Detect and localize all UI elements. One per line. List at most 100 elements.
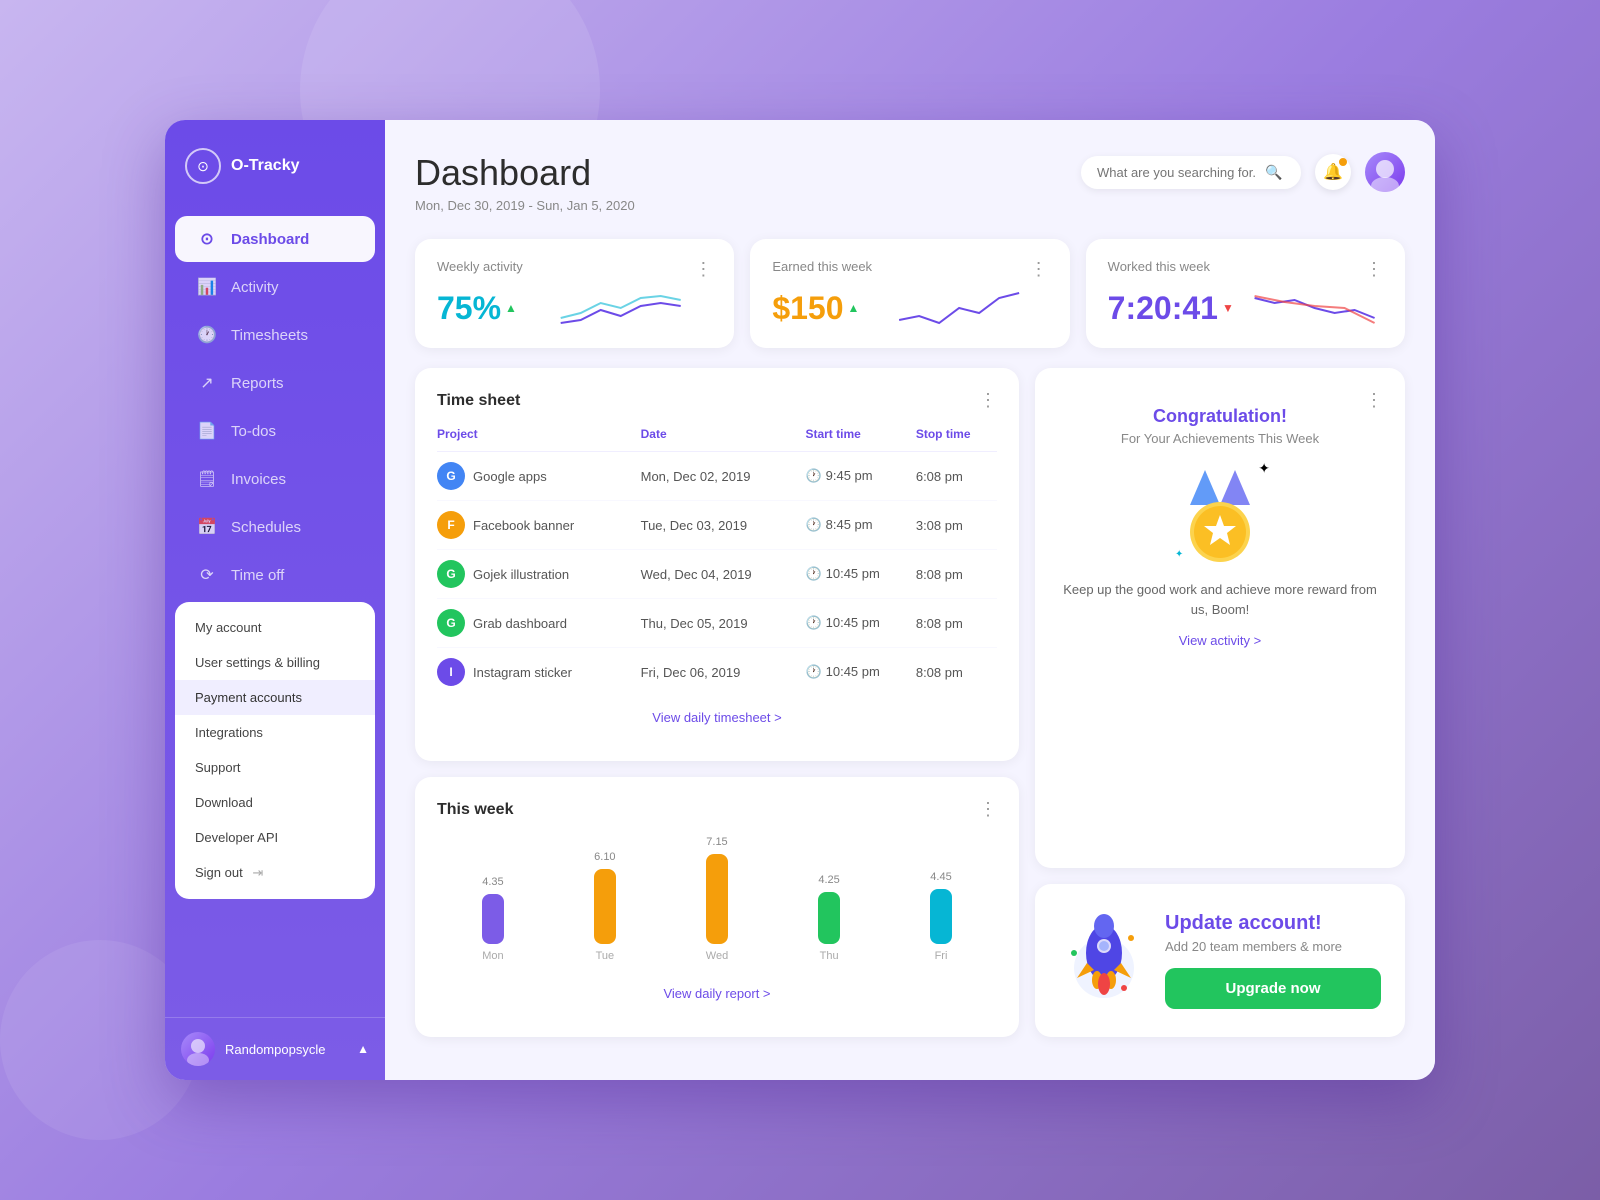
sidebar-item-timesheets[interactable]: 🕐 Timesheets [175, 312, 375, 358]
col-date: Date [641, 427, 806, 452]
sidebar-item-todos[interactable]: 📄 To-dos [175, 408, 375, 454]
sidebar-item-schedules[interactable]: 📅 Schedules [175, 504, 375, 550]
search-icon: 🔍 [1265, 164, 1282, 181]
more-options-icon[interactable]: ⋮ [1365, 390, 1383, 411]
upgrade-button[interactable]: Upgrade now [1165, 968, 1381, 1009]
bar-value: 4.35 [482, 876, 503, 888]
todos-icon: 📄 [197, 421, 217, 441]
trend-up-icon: ▲ [505, 301, 517, 315]
stop-cell: 8:08 pm [916, 648, 997, 697]
sidebar-item-dashboard[interactable]: ⊙ Dashboard [175, 216, 375, 262]
submenu-payment-accounts[interactable]: Payment accounts [175, 680, 375, 715]
stat-card-earned: Earned this week ⋮ $150 ▲ [750, 239, 1069, 348]
user-avatar-button[interactable] [1365, 152, 1405, 192]
bar [930, 889, 952, 944]
app-wrapper: ⊙ O-Tracky ⊙ Dashboard 📊 Activity 🕐 Time… [165, 120, 1435, 1080]
submenu-my-account[interactable]: My account [175, 610, 375, 645]
submenu-support[interactable]: Support [175, 750, 375, 785]
bar-day: Mon [482, 950, 503, 962]
more-options-icon[interactable]: ⋮ [694, 259, 712, 280]
sparkline-earned [871, 288, 1047, 328]
sidebar-item-timeoff[interactable]: ⟳ Time off [175, 552, 375, 598]
view-timesheet-link[interactable]: View daily timesheet > [437, 696, 997, 739]
sidebar-item-reports[interactable]: ↗ Reports [175, 360, 375, 406]
submenu-developer-api[interactable]: Developer API [175, 820, 375, 855]
trend-up-icon: ▲ [848, 301, 860, 315]
more-options-icon[interactable]: ⋮ [979, 390, 997, 411]
congrat-sub: For Your Achievements This Week [1057, 431, 1383, 446]
medal-illustration: ✦ ✦ [1170, 460, 1270, 570]
logo-text: O-Tracky [231, 157, 299, 175]
submenu-user-settings[interactable]: User settings & billing [175, 645, 375, 680]
notification-button[interactable]: 🔔 [1315, 154, 1351, 190]
upgrade-card: Update account! Add 20 team members & mo… [1035, 884, 1405, 1037]
table-row: F Facebook banner Tue, Dec 03, 2019 🕐8:4… [437, 501, 997, 550]
timeoff-icon: ⟳ [197, 565, 217, 585]
submenu-integrations[interactable]: Integrations [175, 715, 375, 750]
stat-header: Earned this week ⋮ [772, 259, 1047, 284]
upgrade-text: Update account! Add 20 team members & mo… [1165, 912, 1381, 1009]
chart-title: This week [437, 801, 513, 819]
header: Dashboard Mon, Dec 30, 2019 - Sun, Jan 5… [415, 152, 1405, 213]
bar-value: 4.25 [818, 874, 839, 886]
project-cell: G Google apps [437, 452, 641, 501]
sidebar-item-label: To-dos [231, 423, 276, 440]
user-name: Randompopsycle [225, 1042, 347, 1057]
stat-cards: Weekly activity ⋮ 75% ▲ Earne [415, 239, 1405, 348]
submenu-download[interactable]: Download [175, 785, 375, 820]
project-cell: G Grab dashboard [437, 599, 641, 648]
bar-col: 4.35 Mon [482, 876, 504, 962]
stat-bottom: $150 ▲ [772, 288, 1047, 328]
rocket-illustration [1059, 908, 1149, 1013]
bar [706, 854, 728, 944]
sidebar-item-invoices[interactable]: 🗒 Invoices [175, 456, 375, 502]
sidebar-user[interactable]: Randompopsycle ▲ [165, 1017, 385, 1080]
bar-value: 7.15 [706, 836, 727, 848]
stat-bottom: 75% ▲ [437, 288, 712, 328]
left-col: Time sheet ⋮ Project Date Start time Sto… [415, 368, 1019, 1037]
header-right: 🔍 🔔 [1081, 152, 1405, 192]
avatar [181, 1032, 215, 1066]
logo-icon: ⊙ [185, 148, 221, 184]
stat-header: Worked this week ⋮ [1108, 259, 1383, 284]
table-row: I Instagram sticker Fri, Dec 06, 2019 🕐1… [437, 648, 997, 697]
bar [818, 892, 840, 944]
stat-card-activity: Weekly activity ⋮ 75% ▲ [415, 239, 734, 348]
submenu-sign-out[interactable]: Sign out ⇥ [175, 855, 375, 891]
search-bar[interactable]: 🔍 [1081, 156, 1301, 189]
more-options-icon[interactable]: ⋮ [1365, 259, 1383, 280]
bar [594, 869, 616, 944]
sidebar-item-activity[interactable]: 📊 Activity [175, 264, 375, 310]
stop-cell: 8:08 pm [916, 599, 997, 648]
right-panel: ⋮ Congratulation! For Your Achievements … [1035, 368, 1405, 1037]
stop-cell: 6:08 pm [916, 452, 997, 501]
page-title: Dashboard [415, 152, 635, 194]
content-grid: Time sheet ⋮ Project Date Start time Sto… [415, 368, 1405, 1037]
project-cell: G Gojek illustration [437, 550, 641, 599]
table-row: G Gojek illustration Wed, Dec 04, 2019 🕐… [437, 550, 997, 599]
stop-cell: 3:08 pm [916, 501, 997, 550]
activity-icon: 📊 [197, 277, 217, 297]
table-row: G Grab dashboard Thu, Dec 05, 2019 🕐10:4… [437, 599, 997, 648]
stat-label: Weekly activity [437, 259, 523, 274]
logo[interactable]: ⊙ O-Tracky [165, 120, 385, 204]
main-content: Dashboard Mon, Dec 30, 2019 - Sun, Jan 5… [385, 120, 1435, 1080]
project-cell: F Facebook banner [437, 501, 641, 550]
upgrade-sub: Add 20 team members & more [1165, 939, 1381, 954]
timesheet-title: Time sheet [437, 392, 520, 410]
view-activity-link[interactable]: View activity > [1057, 633, 1383, 648]
stat-card-worked: Worked this week ⋮ 7:20:41 ▼ [1086, 239, 1405, 348]
more-options-icon[interactable]: ⋮ [979, 799, 997, 820]
date-cell: Thu, Dec 05, 2019 [641, 599, 806, 648]
header-date: Mon, Dec 30, 2019 - Sun, Jan 5, 2020 [415, 198, 635, 213]
bar [482, 894, 504, 944]
more-options-icon[interactable]: ⋮ [1030, 259, 1048, 280]
bar-value: 4.45 [930, 871, 951, 883]
view-report-link[interactable]: View daily report > [437, 972, 997, 1015]
project-cell: I Instagram sticker [437, 648, 641, 697]
trend-down-icon: ▼ [1222, 301, 1234, 315]
search-input[interactable] [1097, 165, 1257, 180]
stat-bottom: 7:20:41 ▼ [1108, 288, 1383, 328]
sparkline-worked [1246, 288, 1383, 328]
stat-header: Weekly activity ⋮ [437, 259, 712, 284]
